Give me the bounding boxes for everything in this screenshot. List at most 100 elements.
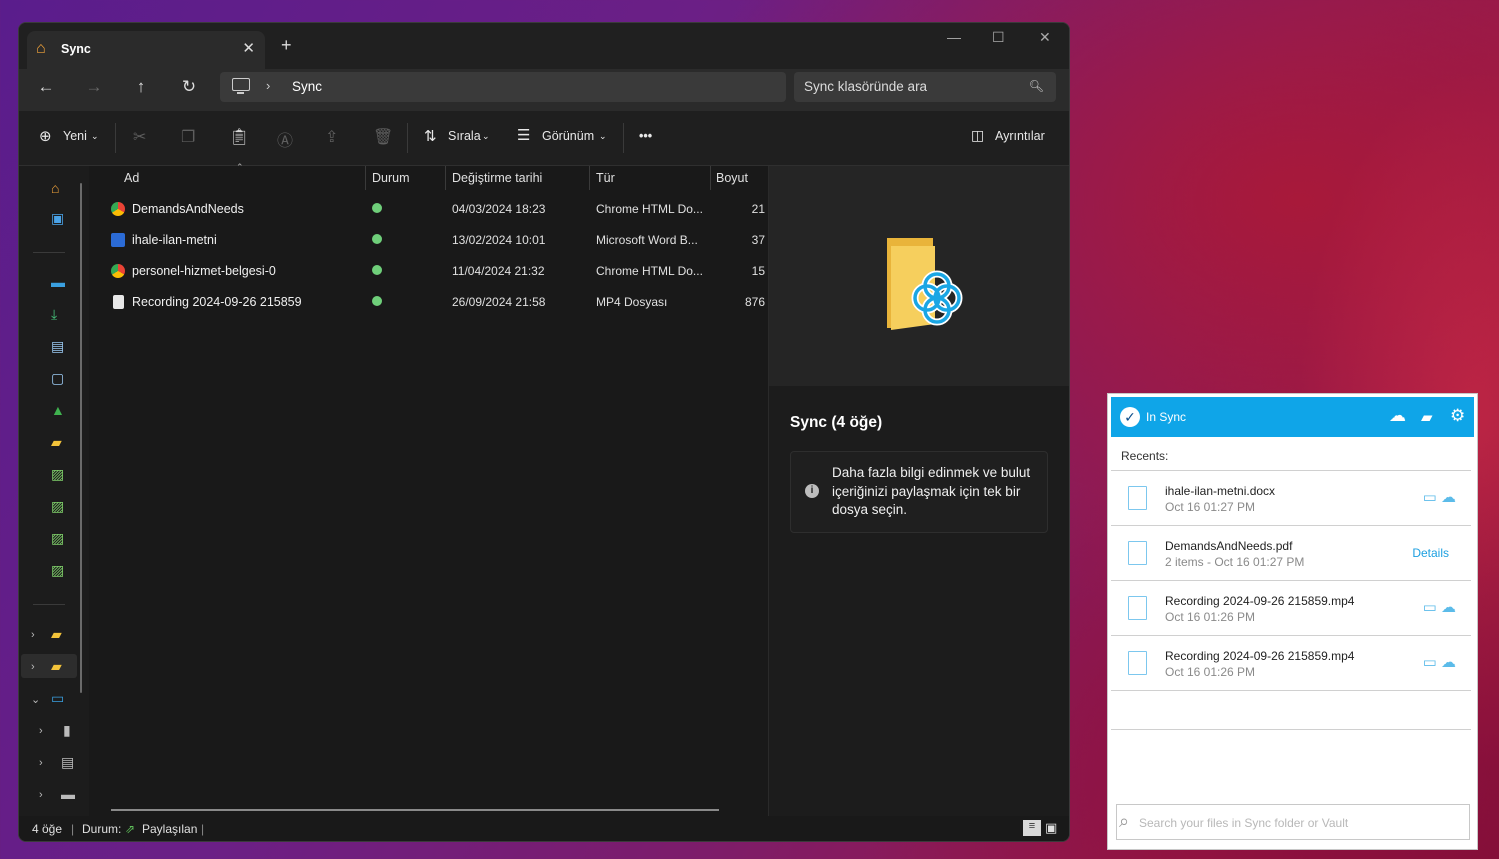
file-date: 04/03/2024 18:23 — [452, 202, 546, 216]
shared-folder-icon[interactable]: ▰ — [51, 626, 62, 643]
pinned-file-icon[interactable]: ▨ — [51, 562, 64, 579]
column-header-type[interactable]: Tür — [596, 171, 615, 185]
up-arrow-icon[interactable]: ↑ — [128, 77, 154, 97]
minimize-button[interactable]: — — [947, 29, 961, 45]
search-placeholder: Sync klasöründe ara — [804, 79, 928, 94]
copy-icon[interactable]: ❐ — [181, 127, 195, 147]
table-row[interactable]: DemandsAndNeeds 04/03/2024 18:23 Chrome … — [105, 194, 765, 225]
chevron-right-icon[interactable]: › — [31, 629, 35, 641]
open-folder-and-cloud-icons[interactable]: ▭ ☁ — [1423, 488, 1456, 506]
downloads-icon[interactable]: ⤓ — [51, 306, 57, 323]
documents-icon[interactable]: ▤ — [51, 338, 64, 355]
rename-icon[interactable]: Ⓐ — [277, 127, 293, 151]
list-item[interactable]: Recording 2024-09-26 215859.mp4 Oct 16 0… — [1111, 580, 1471, 635]
chevron-right-icon[interactable]: › — [39, 789, 43, 801]
chevron-right-icon[interactable]: › — [39, 725, 43, 737]
item-count: 4 öğe — [32, 822, 63, 836]
more-options-button[interactable]: ••• — [639, 129, 652, 143]
home-icon[interactable]: ⌂ — [51, 180, 59, 196]
file-type: Chrome HTML Do... — [596, 264, 703, 278]
table-row[interactable]: Recording 2024-09-26 215859 26/09/2024 2… — [105, 287, 765, 318]
list-item[interactable]: Recording 2024-09-26 215859.mp4 Oct 16 0… — [1111, 635, 1471, 691]
table-row[interactable]: ihale-ilan-metni 13/02/2024 10:01 Micros… — [105, 225, 765, 256]
drive-icon[interactable]: ▬ — [61, 786, 75, 802]
column-header-status[interactable]: Durum — [372, 171, 410, 185]
forward-arrow-icon[interactable]: → — [81, 77, 107, 97]
column-header-name[interactable]: Ad — [124, 171, 139, 185]
view-button[interactable]: Görünüm — [542, 129, 594, 143]
recents-label: Recents: — [1121, 449, 1169, 463]
close-tab-icon[interactable]: ✕ — [242, 39, 255, 57]
file-size: 15 — [751, 264, 765, 278]
file-date: 13/02/2024 10:01 — [452, 233, 546, 247]
desktop-icon[interactable]: ▬ — [51, 274, 65, 290]
column-header-date[interactable]: Değiştirme tarihi — [452, 171, 542, 185]
sort-icon: ⇅ — [424, 128, 437, 145]
tiles-view-icon[interactable]: ▣ — [1045, 820, 1057, 836]
folder-preview — [769, 166, 1069, 386]
paste-icon[interactable]: 📋︎ — [229, 127, 249, 147]
refresh-icon[interactable]: ↻ — [176, 77, 202, 97]
list-item[interactable]: DemandsAndNeeds.pdf 2 items - Oct 16 01:… — [1111, 525, 1471, 580]
pictures-icon[interactable]: ▢ — [51, 370, 64, 387]
chrome-icon — [111, 202, 125, 216]
google-drive-icon[interactable]: ▲ — [51, 402, 65, 418]
nav-scrollbar[interactable] — [80, 183, 82, 693]
navigation-pane: ⌂ ▣ ▬ ⤓ ▤ ▢ ▲ ▰ ▨ ▨ ▨ ▨ › ▰ › ▰ ⌄ ▭ › ▮ … — [19, 166, 89, 816]
back-arrow-icon[interactable]: ← — [33, 77, 59, 97]
recent-file-name: ihale-ilan-metni.docx — [1165, 484, 1276, 498]
search-input[interactable]: Sync klasöründe ara 🔍︎ — [794, 72, 1056, 102]
drive-icon[interactable]: ▤ — [61, 754, 74, 771]
pinned-file-icon[interactable]: ▨ — [51, 530, 64, 547]
details-button[interactable]: Ayrıntılar — [995, 129, 1045, 143]
table-row[interactable]: personel-hizmet-belgesi-0 11/04/2024 21:… — [105, 256, 765, 287]
breadcrumb[interactable]: Sync — [292, 79, 322, 94]
close-window-button[interactable]: ✕ — [1039, 29, 1051, 46]
sync-status: In Sync — [1146, 410, 1187, 424]
file-name: ihale-ilan-metni — [132, 233, 217, 247]
chevron-down-icon: ⌄ — [599, 131, 607, 141]
share-icon[interactable]: ⇪ — [325, 127, 338, 147]
folder-icon[interactable]: ▰ — [1421, 408, 1433, 426]
sort-button[interactable]: Sırala — [448, 129, 481, 143]
sync-folder-icon[interactable]: ▰ — [51, 658, 62, 675]
delete-icon[interactable]: 🗑︎ — [373, 127, 393, 147]
details-view-icon[interactable]: ≡ — [1023, 820, 1041, 836]
details-pane-icon: ◫ — [971, 127, 985, 143]
selected-nav-item[interactable] — [21, 654, 77, 678]
file-type: Chrome HTML Do... — [596, 202, 703, 216]
file-type: MP4 Dosyası — [596, 295, 668, 309]
tab-sync[interactable]: ⌂ Sync ✕ — [27, 31, 265, 69]
recent-file-meta: 2 items - Oct 16 01:27 PM — [1165, 555, 1305, 569]
cloud-icon[interactable]: ☁ — [1389, 406, 1406, 426]
column-header-size[interactable]: Boyut — [716, 171, 748, 185]
folder-icon[interactable]: ▰ — [51, 434, 62, 451]
file-size: 37 — [751, 233, 765, 247]
address-bar[interactable]: › Sync — [220, 72, 786, 102]
chevron-right-icon[interactable]: › — [31, 661, 35, 673]
new-plus-icon: ⊕ — [39, 128, 52, 145]
file-name: DemandsAndNeeds — [132, 202, 244, 216]
gear-icon[interactable]: ⚙ — [1450, 406, 1465, 426]
chrome-icon — [111, 264, 125, 278]
open-folder-and-cloud-icons[interactable]: ▭ ☁ — [1423, 653, 1456, 671]
chevron-right-icon[interactable]: › — [39, 757, 43, 769]
pinned-file-icon[interactable]: ▨ — [51, 466, 64, 483]
this-pc-icon[interactable]: ▭ — [51, 690, 64, 707]
pinned-file-icon[interactable]: ▨ — [51, 498, 64, 515]
chevron-down-icon: ⌄ — [482, 131, 490, 141]
details-link[interactable]: Details — [1412, 546, 1449, 560]
file-size: 876 — [744, 295, 765, 309]
drive-icon[interactable]: ▮ — [63, 722, 71, 739]
list-item[interactable]: ihale-ilan-metni.docx Oct 16 01:27 PM ▭ … — [1111, 470, 1471, 525]
maximize-button[interactable]: ☐ — [992, 29, 1005, 46]
gallery-icon[interactable]: ▣ — [51, 210, 64, 227]
open-folder-and-cloud-icons[interactable]: ▭ ☁ — [1423, 598, 1456, 616]
chevron-right-icon[interactable]: › — [266, 78, 270, 93]
horizontal-scrollbar[interactable] — [111, 809, 719, 811]
chevron-down-icon[interactable]: ⌄ — [31, 693, 40, 706]
new-button[interactable]: Yeni — [63, 129, 87, 143]
sync-search-input[interactable]: ⌕ Search your files in Sync folder or Va… — [1116, 804, 1470, 840]
new-tab-button[interactable]: + — [281, 35, 292, 56]
cut-icon[interactable]: ✂ — [133, 127, 146, 147]
